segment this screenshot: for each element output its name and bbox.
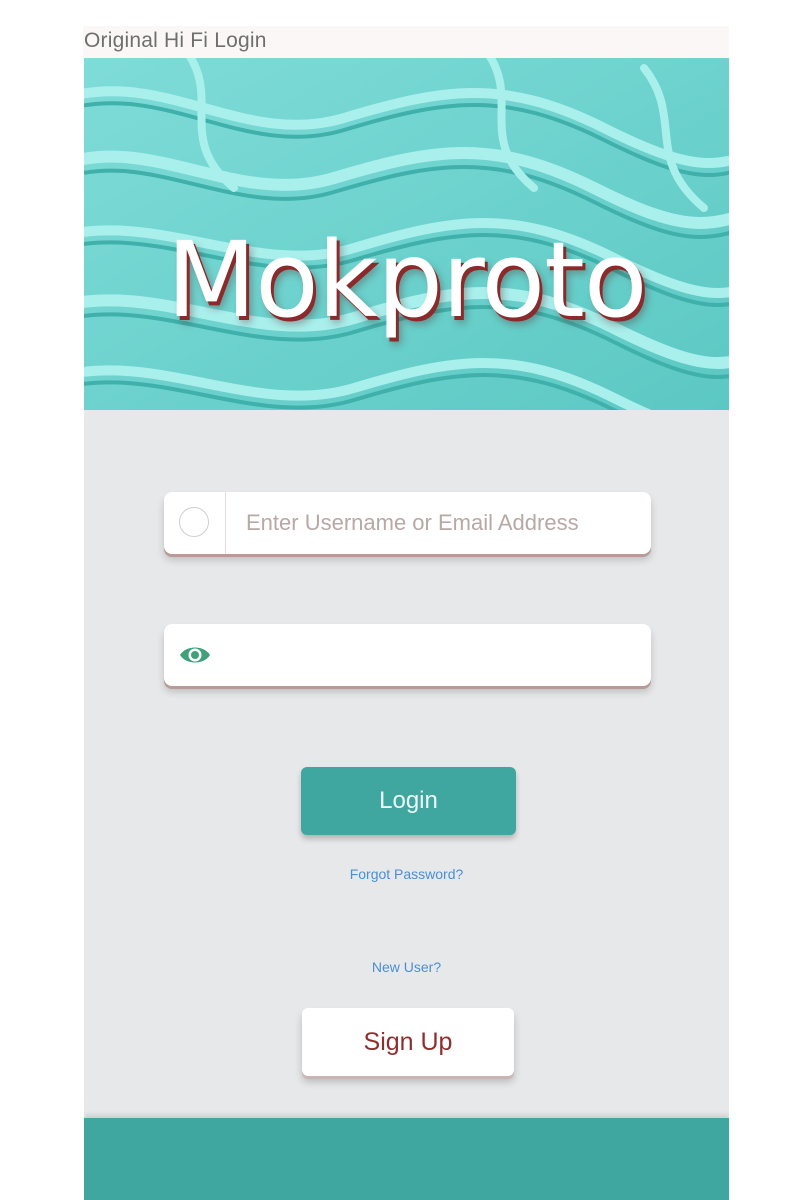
image-caption: Original Hi Fi Login [83,26,729,58]
login-button[interactable]: Login [301,767,516,835]
eye-icon[interactable] [178,642,212,668]
new-user-link[interactable]: New User? [84,959,729,975]
user-circle-icon [179,507,209,537]
login-screen: Mokproto Login Forgot Password? New User… [84,58,729,1200]
password-field[interactable] [164,624,651,686]
signup-button[interactable]: Sign Up [302,1008,514,1076]
username-input[interactable] [226,492,651,554]
username-field[interactable] [164,492,651,554]
username-icon-cell [164,492,226,554]
hero-banner: Mokproto [84,58,729,410]
footer-bar [84,1118,729,1200]
password-input[interactable] [222,624,651,686]
forgot-password-link[interactable]: Forgot Password? [84,866,729,882]
app-logo-title: Mokproto [166,219,647,341]
